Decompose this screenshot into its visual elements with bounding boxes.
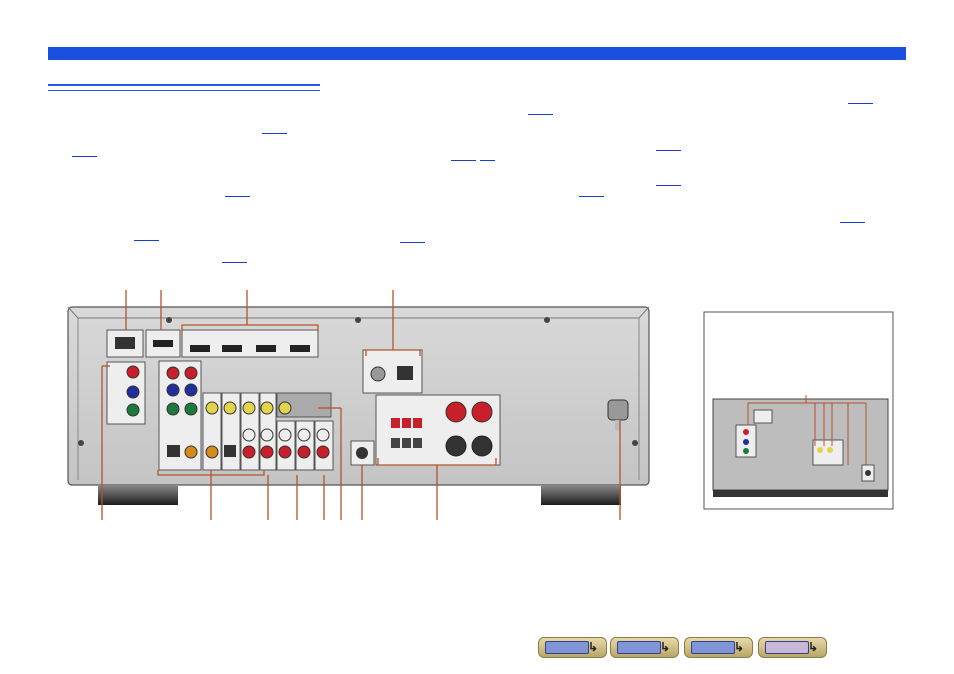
subwoofer-out-jack	[350, 440, 375, 466]
speaker-terminals	[375, 394, 501, 466]
remote-control-nav-button[interactable]: ↳	[758, 637, 827, 658]
arrow-icon: ↳	[587, 640, 598, 654]
right-foot	[541, 485, 621, 505]
rear-panel-nav-button[interactable]: ↳	[684, 637, 753, 658]
arrow-icon: ↳	[807, 640, 818, 654]
left-foot	[98, 485, 178, 505]
remote-control-icon	[765, 641, 809, 654]
display-icon	[617, 641, 661, 654]
front-panel-icon	[545, 641, 589, 654]
arrow-icon: ↳	[659, 640, 670, 654]
dock-terminal	[106, 329, 144, 358]
arrow-icon: ↳	[733, 640, 744, 654]
display-nav-button[interactable]: ↳	[610, 637, 679, 658]
hdmi-out-jack	[145, 329, 181, 358]
screw-icon	[78, 440, 84, 446]
rear-panel-illustration	[67, 290, 894, 520]
rear-panel-icon	[691, 641, 735, 654]
screw-icon	[632, 440, 638, 446]
component-video-jacks	[106, 361, 146, 425]
hdmi-in-jacks	[181, 329, 319, 358]
screw-icon	[166, 317, 172, 323]
inset-figure	[703, 311, 894, 510]
screw-icon	[544, 317, 550, 323]
antenna-jacks	[362, 349, 423, 394]
screw-icon	[355, 317, 361, 323]
front-panel-nav-button[interactable]: ↳	[538, 637, 607, 658]
